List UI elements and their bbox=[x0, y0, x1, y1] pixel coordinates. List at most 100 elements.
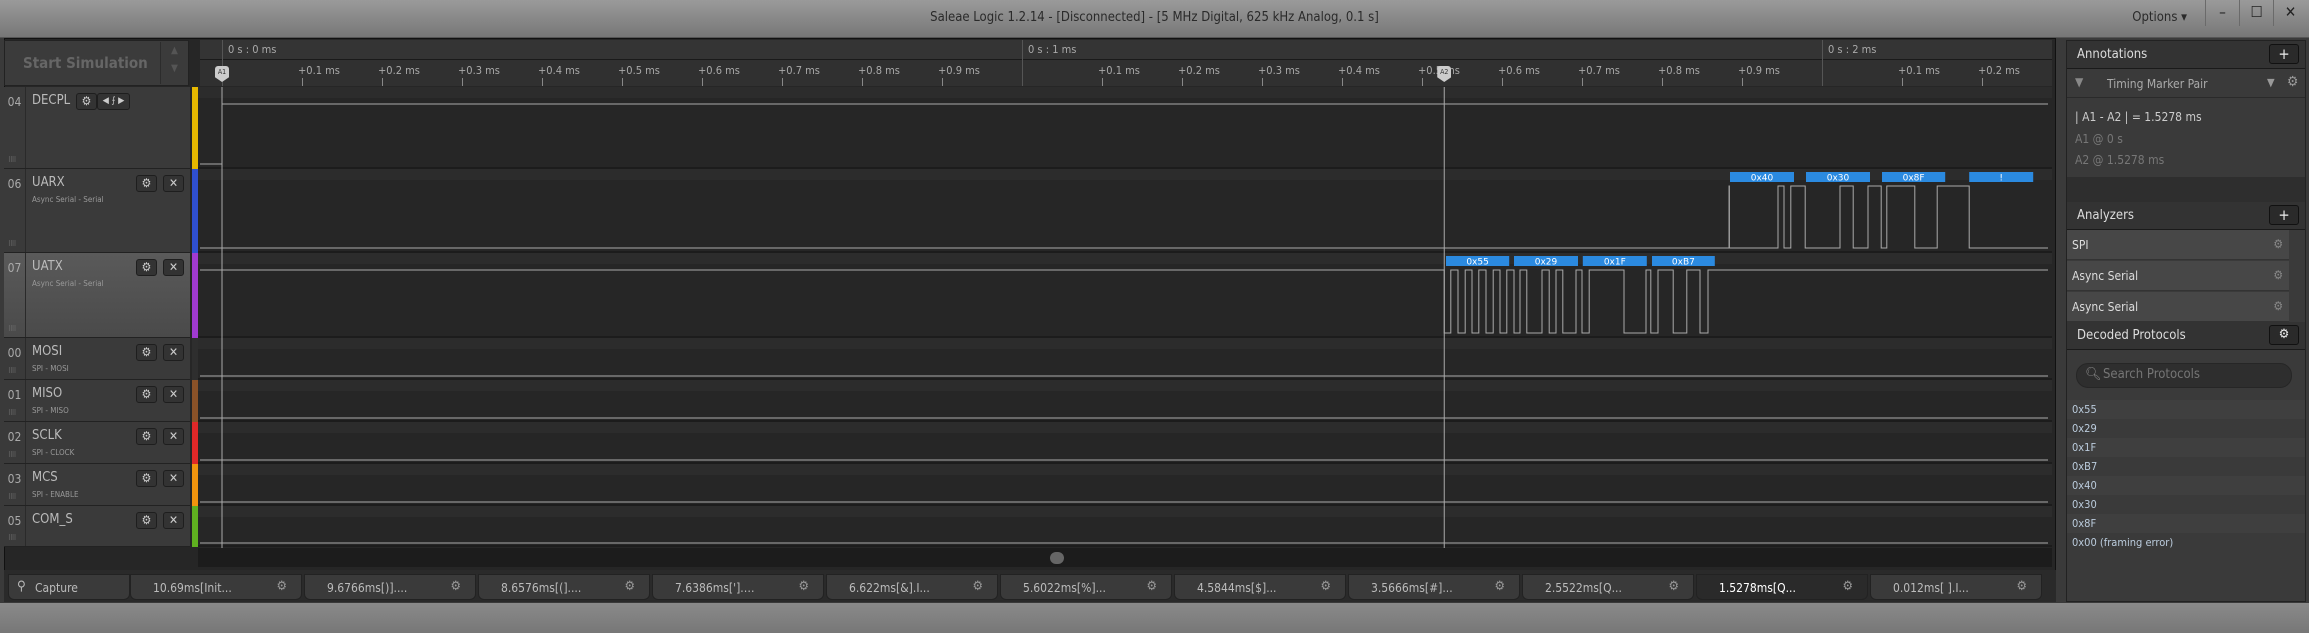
capture-tab[interactable]: Capture ⚲ bbox=[8, 574, 130, 600]
drag-handle-icon[interactable]: ⠿⠿ bbox=[8, 240, 16, 248]
gear-icon[interactable]: ⚙ bbox=[2273, 237, 2283, 251]
drag-handle-icon[interactable]: ⠿⠿ bbox=[8, 493, 16, 501]
waveform-area[interactable]: 0x40 0x30 0x8F ! 0x55 0x29 0x1F 0xB7 bbox=[198, 87, 2052, 548]
drag-handle-icon[interactable]: ⠿⠿ bbox=[8, 451, 16, 459]
gear-icon[interactable]: ⚙ bbox=[2273, 268, 2283, 282]
gear-icon[interactable]: ⚙ bbox=[2017, 579, 2028, 594]
close-button[interactable]: ✕ bbox=[2273, 0, 2307, 26]
gear-icon[interactable]: ⚙ bbox=[1321, 579, 1332, 594]
gear-icon[interactable]: ⚙ bbox=[136, 259, 157, 276]
drag-handle-icon[interactable]: ⠿⠿ bbox=[8, 156, 16, 164]
dropdown-icon[interactable]: ▼ bbox=[2267, 76, 2275, 89]
capture-session-tab[interactable]: 8.6576ms[(].... ⚙ bbox=[478, 574, 650, 600]
gear-icon[interactable]: ⚙ bbox=[973, 579, 984, 594]
channel-row-miso[interactable]: 01 MISO SPI - MISO ⠿⠿ ⚙ ✕ bbox=[4, 380, 190, 422]
analyzer-item[interactable]: Async Serial ⚙ bbox=[2067, 261, 2289, 291]
channel-name[interactable]: UATX bbox=[32, 259, 63, 274]
gear-icon[interactable]: ⚙ bbox=[1843, 579, 1854, 594]
analyzer-item[interactable]: Async Serial ⚙ bbox=[2067, 292, 2289, 322]
capture-session-tab[interactable]: 3.5666ms[#]... ⚙ bbox=[1348, 574, 1520, 600]
drag-handle-icon[interactable]: ⠿⠿ bbox=[8, 409, 16, 417]
down-arrow-icon[interactable]: ▼ bbox=[161, 60, 188, 78]
minimize-button[interactable]: – bbox=[2205, 0, 2239, 26]
channel-name[interactable]: COM_S bbox=[32, 512, 73, 527]
gear-icon[interactable]: ⚙ bbox=[136, 344, 157, 361]
annotations-header[interactable]: Annotations + bbox=[2067, 41, 2305, 69]
gear-icon[interactable]: ⚙ bbox=[277, 579, 288, 594]
drag-handle-icon[interactable]: ⠿⠿ bbox=[8, 367, 16, 375]
decoded-protocol-item[interactable]: 0x40 bbox=[2067, 476, 2305, 495]
search-protocols-input[interactable] bbox=[2103, 367, 2283, 382]
gear-icon[interactable]: ⚙ bbox=[625, 579, 636, 594]
capture-session-tab[interactable]: 7.6386ms['].… ⚙ bbox=[652, 574, 824, 600]
gear-icon[interactable]: ⚙ bbox=[1147, 579, 1158, 594]
channel-name[interactable]: UARX bbox=[32, 175, 65, 190]
horizontal-scrollbar[interactable] bbox=[198, 548, 2052, 567]
up-arrow-icon[interactable]: ▲ bbox=[161, 42, 188, 60]
gear-icon[interactable]: ⚙ bbox=[1495, 579, 1506, 594]
options-menu[interactable]: Options ▾ bbox=[2132, 10, 2187, 25]
gear-icon[interactable]: ⚙ bbox=[136, 175, 157, 192]
channel-row-mcs[interactable]: 03 MCS SPI - ENABLE ⠿⠿ ⚙ ✕ bbox=[4, 464, 190, 506]
channel-row-com_s[interactable]: 05 COM_S ⠿⠿ ⚙ ✕ bbox=[4, 506, 190, 547]
edge-navigation-buttons[interactable]: ◀ ⨍ ▶ bbox=[97, 93, 130, 110]
decoded-protocols-header[interactable]: Decoded Protocols ⚙ bbox=[2067, 322, 2305, 350]
gear-icon[interactable]: ⚙ bbox=[136, 386, 157, 403]
search-protocols-field[interactable]: 🔍︎ bbox=[2076, 363, 2292, 388]
add-annotation-button[interactable]: + bbox=[2269, 44, 2299, 64]
decoded-protocol-item[interactable]: 0x00 (framing error) bbox=[2067, 533, 2305, 552]
channel-name[interactable]: SCLK bbox=[32, 428, 62, 443]
gear-icon[interactable]: ⚙ bbox=[2287, 74, 2298, 90]
gear-icon[interactable]: ⚙ bbox=[76, 93, 97, 110]
capture-session-tab[interactable]: 4.5844ms[$]... ⚙ bbox=[1174, 574, 1346, 600]
gear-icon[interactable]: ⚙ bbox=[136, 428, 157, 445]
gear-icon[interactable]: ⚙ bbox=[1669, 579, 1680, 594]
capture-session-tab[interactable]: 10.69ms[Init... ⚙ bbox=[130, 574, 302, 600]
timeline-tick-label: +0.3 ms bbox=[1258, 64, 1300, 77]
maximize-button[interactable]: ☐ bbox=[2239, 0, 2273, 26]
sim-spinner[interactable]: ▲ ▼ bbox=[160, 42, 188, 84]
channel-row-decpl[interactable]: 04 DECPL ⠿⠿ ⚙ ◀ ⨍ ▶ bbox=[4, 87, 190, 169]
close-icon[interactable]: ✕ bbox=[163, 428, 184, 445]
close-icon[interactable]: ✕ bbox=[163, 175, 184, 192]
scrollbar-thumb[interactable] bbox=[1050, 552, 1064, 564]
capture-session-tab[interactable]: 1.5278ms[Q... ⚙ bbox=[1696, 574, 1868, 600]
add-analyzer-button[interactable]: + bbox=[2269, 205, 2299, 225]
channel-name[interactable]: DECPL bbox=[32, 93, 70, 108]
annotation-row[interactable]: ▼ Timing Marker Pair ▼ ⚙ bbox=[2067, 69, 2305, 98]
channel-row-sclk[interactable]: 02 SCLK SPI - CLOCK ⠿⠿ ⚙ ✕ bbox=[4, 422, 190, 464]
channel-row-mosi[interactable]: 00 MOSI SPI - MOSI ⠿⠿ ⚙ ✕ bbox=[4, 338, 190, 380]
analyzer-item[interactable]: SPI ⚙ bbox=[2067, 230, 2289, 260]
close-icon[interactable]: ✕ bbox=[163, 344, 184, 361]
capture-session-tab[interactable]: 2.5522ms[Q... ⚙ bbox=[1522, 574, 1694, 600]
decoded-protocol-item[interactable]: 0xB7 bbox=[2067, 457, 2305, 476]
analyzers-header[interactable]: Analyzers + bbox=[2067, 202, 2305, 230]
capture-session-tab[interactable]: 0.012ms[ ].I... ⚙ bbox=[1870, 574, 2042, 600]
decoded-protocol-item[interactable]: 0x55 bbox=[2067, 400, 2305, 419]
channel-name[interactable]: MCS bbox=[32, 470, 58, 485]
gear-icon[interactable]: ⚙ bbox=[799, 579, 810, 594]
gear-icon[interactable]: ⚙ bbox=[136, 512, 157, 529]
close-icon[interactable]: ✕ bbox=[163, 512, 184, 529]
capture-session-tab[interactable]: 6.622ms[&].I... ⚙ bbox=[826, 574, 998, 600]
gear-icon[interactable]: ⚙ bbox=[136, 470, 157, 487]
channel-row-uatx[interactable]: 07 UATX Async Serial - Serial ⠿⠿ ⚙ ✕ bbox=[4, 253, 190, 338]
capture-session-tab[interactable]: 9.6766ms[)].... ⚙ bbox=[304, 574, 476, 600]
drag-handle-icon[interactable]: ⠿⠿ bbox=[8, 325, 16, 333]
channel-name[interactable]: MISO bbox=[32, 386, 62, 401]
decoded-settings-gear-icon[interactable]: ⚙ bbox=[2269, 325, 2299, 345]
gear-icon[interactable]: ⚙ bbox=[451, 579, 462, 594]
decoded-protocol-item[interactable]: 0x30 bbox=[2067, 495, 2305, 514]
close-icon[interactable]: ✕ bbox=[163, 259, 184, 276]
decoded-protocol-item[interactable]: 0x1F bbox=[2067, 438, 2305, 457]
decoded-protocol-item[interactable]: 0x8F bbox=[2067, 514, 2305, 533]
channel-name[interactable]: MOSI bbox=[32, 344, 62, 359]
timeline-major-divider bbox=[1022, 40, 1023, 86]
gear-icon[interactable]: ⚙ bbox=[2273, 299, 2283, 313]
capture-session-tab[interactable]: 5.6022ms[%]... ⚙ bbox=[1000, 574, 1172, 600]
close-icon[interactable]: ✕ bbox=[163, 386, 184, 403]
close-icon[interactable]: ✕ bbox=[163, 470, 184, 487]
decoded-protocol-item[interactable]: 0x29 bbox=[2067, 419, 2305, 438]
channel-row-uarx[interactable]: 06 UARX Async Serial - Serial ⠿⠿ ⚙ ✕ bbox=[4, 169, 190, 253]
drag-handle-icon[interactable]: ⠿⠿ bbox=[8, 534, 16, 542]
